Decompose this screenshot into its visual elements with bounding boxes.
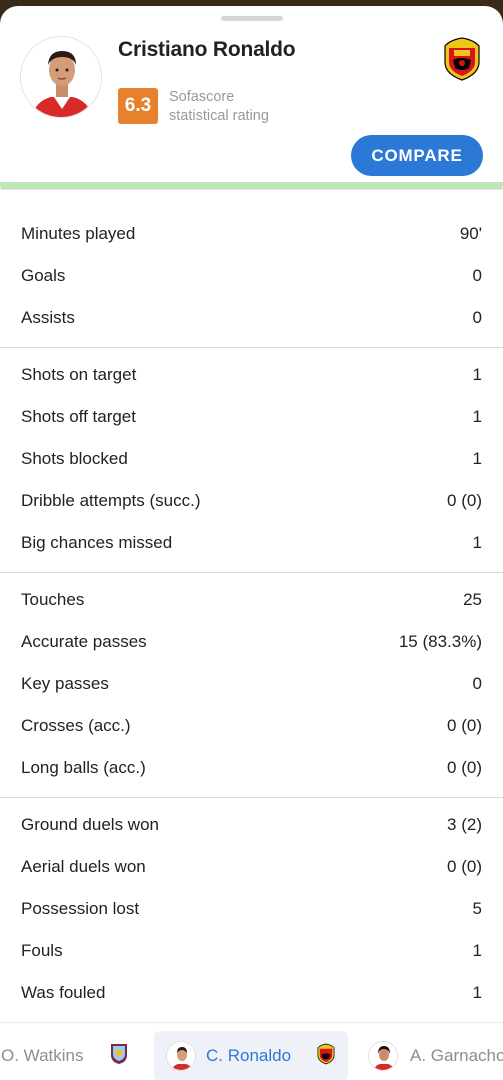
rating-caption: Sofascore statistical rating <box>169 88 269 126</box>
stat-label: Was fouled <box>21 983 106 1002</box>
stat-row: Key passes 0 <box>0 663 503 705</box>
stat-label: Big chances missed <box>21 533 173 552</box>
stat-value: 1 <box>472 941 482 960</box>
stat-label: Shots off target <box>21 407 136 426</box>
stat-label: Touches <box>21 590 85 609</box>
rating-caption-line1: Sofascore <box>169 89 235 105</box>
stat-row: Shots blocked 1 <box>0 438 503 480</box>
player-chip-ronaldo[interactable]: C. Ronaldo <box>154 1031 348 1080</box>
player-name: Cristiano Ronaldo <box>118 38 296 61</box>
stat-label: Assists <box>21 308 75 327</box>
stat-group: Shots on target 1 Shots off target 1 Shots b… <box>0 348 503 573</box>
stat-value: 0 (0) <box>447 857 482 876</box>
header-divider <box>0 189 503 203</box>
stat-value: 0 <box>472 308 482 327</box>
stat-value: 1 <box>472 983 482 1002</box>
stat-row: Goals 0 <box>0 255 503 297</box>
stat-value: 1 <box>472 365 482 384</box>
player-mini-avatar <box>166 1041 196 1071</box>
stat-label: Dribble attempts (succ.) <box>21 491 201 510</box>
stat-row: Aerial duels won 0 (0) <box>0 846 503 888</box>
player-switcher: O. Watkins C. Ronaldo A. Garnacho <box>0 1022 503 1080</box>
stat-row: Touches 25 <box>0 579 503 621</box>
stat-value: 25 <box>463 590 482 609</box>
rating-caption-line2: statistical rating <box>169 108 269 124</box>
manchester-united-crest-icon <box>316 1043 336 1070</box>
stat-row: Shots off target 1 <box>0 396 503 438</box>
stat-label: Long balls (acc.) <box>21 758 146 777</box>
stat-row: Big chances missed 1 <box>0 522 503 564</box>
stat-row: Fouls 1 <box>0 930 503 972</box>
stat-label: Fouls <box>21 941 63 960</box>
stat-row: Minutes played 90' <box>0 213 503 255</box>
stat-group: Touches 25 Accurate passes 15 (83.3%) Key pa… <box>0 573 503 798</box>
stat-value: 5 <box>472 899 482 918</box>
stat-row: Assists 0 <box>0 297 503 339</box>
stat-label: Key passes <box>21 674 109 693</box>
stat-value: 0 (0) <box>447 491 482 510</box>
player-mini-avatar <box>368 1041 398 1071</box>
stat-value: 0 (0) <box>447 758 482 777</box>
stat-value: 90' <box>459 224 482 243</box>
aston-villa-crest-icon <box>110 1043 128 1070</box>
stat-value: 0 <box>472 674 482 693</box>
stats-list: Minutes played 90' Goals 0 Assists 0 Shots on … <box>0 207 503 1065</box>
stat-label: Possession lost <box>21 899 140 918</box>
player-chip-garnacho[interactable]: A. Garnacho <box>368 1031 503 1080</box>
stat-label: Crosses (acc.) <box>21 716 131 735</box>
stat-value: 3 (2) <box>447 815 482 834</box>
player-chip-label: O. Watkins <box>1 1046 84 1065</box>
stat-label: Ground duels won <box>21 815 159 834</box>
stat-value: 1 <box>472 407 482 426</box>
player-chip-label: A. Garnacho <box>410 1046 503 1065</box>
player-avatar <box>20 36 102 118</box>
stat-row: Was fouled 1 <box>0 972 503 1014</box>
player-chip-watkins[interactable]: O. Watkins <box>0 1031 128 1080</box>
player-photo-icon <box>21 37 101 117</box>
stat-label: Aerial duels won <box>21 857 146 876</box>
stat-label: Minutes played <box>21 224 136 243</box>
stat-group: Minutes played 90' Goals 0 Assists 0 <box>0 207 503 348</box>
stat-row: Ground duels won 3 (2) <box>0 804 503 846</box>
stat-row: Crosses (acc.) 0 (0) <box>0 705 503 747</box>
player-stats-sheet: Cristiano Ronaldo 6.3 Sofascore statisti… <box>0 6 503 1080</box>
stat-value: 0 <box>472 266 482 285</box>
player-header: Cristiano Ronaldo 6.3 Sofascore statisti… <box>0 6 503 196</box>
stat-row: Shots on target 1 <box>0 354 503 396</box>
stat-row: Possession lost 5 <box>0 888 503 930</box>
player-chip-label: C. Ronaldo <box>206 1046 292 1065</box>
stat-value: 0 (0) <box>447 716 482 735</box>
stat-value: 1 <box>472 449 482 468</box>
stat-value: 1 <box>472 533 482 552</box>
stat-label: Shots on target <box>21 365 137 384</box>
rating-badge[interactable]: 6.3 <box>118 88 158 124</box>
stat-value: 15 (83.3%) <box>398 632 482 651</box>
compare-button[interactable]: COMPARE <box>351 135 483 176</box>
stat-row: Accurate passes 15 (83.3%) <box>0 621 503 663</box>
stat-row: Long balls (acc.) 0 (0) <box>0 747 503 789</box>
stat-row: Dribble attempts (succ.) 0 (0) <box>0 480 503 522</box>
stat-label: Accurate passes <box>21 632 147 651</box>
stat-label: Goals <box>21 266 66 285</box>
stat-label: Shots blocked <box>21 449 128 468</box>
manchester-united-crest-icon[interactable] <box>441 36 483 82</box>
